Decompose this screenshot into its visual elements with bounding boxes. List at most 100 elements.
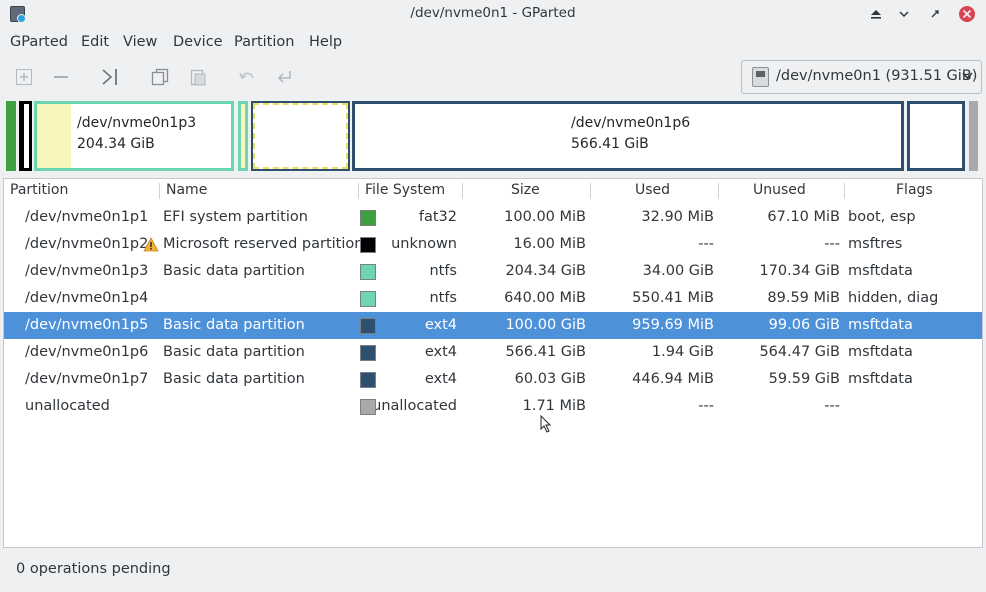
cell-partition: /dev/nvme0n1p7: [25, 371, 149, 387]
cell-partition: /dev/nvme0n1p1: [25, 209, 149, 225]
filesystem-color-swatch: [360, 264, 376, 280]
cell-size: 1.71 MiB: [522, 398, 586, 414]
warning-icon[interactable]: [143, 237, 159, 252]
filesystem-color-swatch: [360, 399, 376, 415]
menu-gparted[interactable]: GParted: [10, 34, 68, 50]
menu-device[interactable]: Device: [173, 34, 223, 50]
column-header-filesystem[interactable]: File System: [365, 182, 445, 198]
cell-partition: /dev/nvme0n1p6: [25, 344, 149, 360]
keep-above-icon[interactable]: [867, 5, 885, 23]
cell-used: 959.69 MiB: [632, 317, 714, 333]
cell-unused: 67.10 MiB: [767, 209, 840, 225]
cell-flags: boot, esp: [848, 209, 916, 225]
table-row[interactable]: /dev/nvme0n1p5 Basic data partition ext4 10…: [4, 312, 982, 339]
cell-filesystem: ext4: [424, 344, 457, 360]
cell-filesystem: ext4: [424, 317, 457, 333]
copy-icon[interactable]: [147, 64, 173, 90]
minimize-icon[interactable]: [895, 5, 913, 23]
close-icon[interactable]: [958, 5, 976, 23]
column-header-partition[interactable]: Partition: [10, 182, 68, 198]
map-partition-p3-name: /dev/nvme0n1p3: [77, 115, 197, 131]
cell-partition: unallocated: [25, 398, 110, 414]
cell-size: 640.00 MiB: [504, 290, 586, 306]
cell-flags: hidden, diag: [848, 290, 939, 306]
map-partition-p3-size: 204.34 GiB: [77, 136, 155, 152]
cell-size: 60.03 GiB: [514, 371, 586, 387]
cell-name: Basic data partition: [163, 263, 305, 279]
filesystem-color-swatch: [360, 345, 376, 361]
cell-filesystem: ntfs: [429, 290, 457, 306]
menu-help[interactable]: Help: [309, 34, 342, 50]
map-partition-p3[interactable]: /dev/nvme0n1p3 204.34 GiB: [34, 101, 234, 171]
map-partition-p1[interactable]: [6, 101, 16, 171]
resize-move-icon[interactable]: [97, 64, 123, 90]
column-header-unused[interactable]: Unused: [753, 182, 806, 198]
column-header-size[interactable]: Size: [511, 182, 540, 198]
table-row[interactable]: /dev/nvme0n1p6 Basic data partition ext4 56…: [4, 339, 982, 366]
map-partition-p6-name: /dev/nvme0n1p6: [571, 115, 691, 131]
table-header: Partition Name File System Size Used Unu…: [4, 179, 982, 204]
cell-unused: 564.47 GiB: [759, 344, 840, 360]
table-row[interactable]: /dev/nvme0n1p4 ntfs 640.00 MiB 550.41 MiB 89…: [4, 285, 982, 312]
filesystem-color-swatch: [360, 291, 376, 307]
cell-partition: /dev/nvme0n1p5: [25, 317, 149, 333]
undo-icon[interactable]: [234, 64, 260, 90]
delete-icon[interactable]: [48, 64, 74, 90]
apply-icon[interactable]: [272, 64, 298, 90]
menu-bar: GParted Edit View Device Partition Help: [0, 29, 986, 56]
column-header-flags[interactable]: Flags: [896, 182, 933, 198]
cell-unused: 59.59 GiB: [768, 371, 840, 387]
cell-filesystem: ext4: [424, 371, 457, 387]
map-partition-p2[interactable]: [19, 101, 32, 171]
cell-name: Microsoft reserved partition: [163, 236, 364, 252]
cell-flags: msftdata: [848, 317, 913, 333]
disk-drive-icon: [752, 67, 769, 87]
new-icon[interactable]: [11, 64, 37, 90]
menu-partition[interactable]: Partition: [234, 34, 294, 50]
cell-unused: 170.34 GiB: [759, 263, 840, 279]
paste-icon[interactable]: [185, 64, 211, 90]
map-unallocated[interactable]: [969, 101, 978, 171]
cell-unused: 99.06 GiB: [768, 317, 840, 333]
table-row[interactable]: unallocated unallocated 1.71 MiB --- ---: [4, 393, 982, 420]
cell-used: 446.94 MiB: [632, 371, 714, 387]
cell-size: 16.00 MiB: [513, 236, 586, 252]
map-partition-p5[interactable]: [251, 101, 350, 171]
menu-view[interactable]: View: [123, 34, 157, 50]
table-row[interactable]: /dev/nvme0n1p7 Basic data partition ext4 60…: [4, 366, 982, 393]
cell-unused: 89.59 MiB: [767, 290, 840, 306]
filesystem-color-swatch: [360, 237, 376, 253]
mouse-cursor-icon: [540, 415, 552, 433]
cell-partition: /dev/nvme0n1p3: [25, 263, 149, 279]
cell-size: 204.34 GiB: [505, 263, 586, 279]
table-row[interactable]: /dev/nvme0n1p1 EFI system partition fat32 1…: [4, 204, 982, 231]
filesystem-color-swatch: [360, 210, 376, 226]
title-bar: /dev/nvme0n1 - GParted: [0, 0, 986, 28]
cell-unused: ---: [824, 236, 840, 252]
partition-map: /dev/nvme0n1p3 204.34 GiB /dev/nvme0n1p6…: [4, 99, 982, 174]
map-partition-p6[interactable]: /dev/nvme0n1p6 566.41 GiB: [352, 101, 904, 171]
map-partition-p7[interactable]: [907, 101, 965, 171]
device-selector[interactable]: /dev/nvme0n1 (931.51 GiB): [741, 60, 982, 94]
maximize-icon[interactable]: [926, 5, 944, 23]
cell-size: 100.00 GiB: [505, 317, 586, 333]
map-partition-p4[interactable]: [238, 101, 248, 171]
cell-name: Basic data partition: [163, 317, 305, 333]
cell-used: 550.41 MiB: [632, 290, 714, 306]
cell-flags: msftdata: [848, 371, 913, 387]
cell-used: ---: [698, 236, 714, 252]
filesystem-color-swatch: [360, 372, 376, 388]
menu-edit[interactable]: Edit: [81, 34, 109, 50]
partition-table: Partition Name File System Size Used Unu…: [3, 178, 983, 548]
cell-filesystem: ntfs: [429, 263, 457, 279]
cell-size: 566.41 GiB: [505, 344, 586, 360]
table-row[interactable]: /dev/nvme0n1p2 Microsoft reserved partiti…: [4, 231, 982, 258]
cell-flags: msftdata: [848, 344, 913, 360]
cell-used: ---: [698, 398, 714, 414]
cell-used: 32.90 MiB: [641, 209, 714, 225]
cell-used: 34.00 GiB: [642, 263, 714, 279]
column-header-used[interactable]: Used: [635, 182, 670, 198]
cell-name: EFI system partition: [163, 209, 308, 225]
table-row[interactable]: /dev/nvme0n1p3 Basic data partition ntfs 20…: [4, 258, 982, 285]
column-header-name[interactable]: Name: [166, 182, 207, 198]
